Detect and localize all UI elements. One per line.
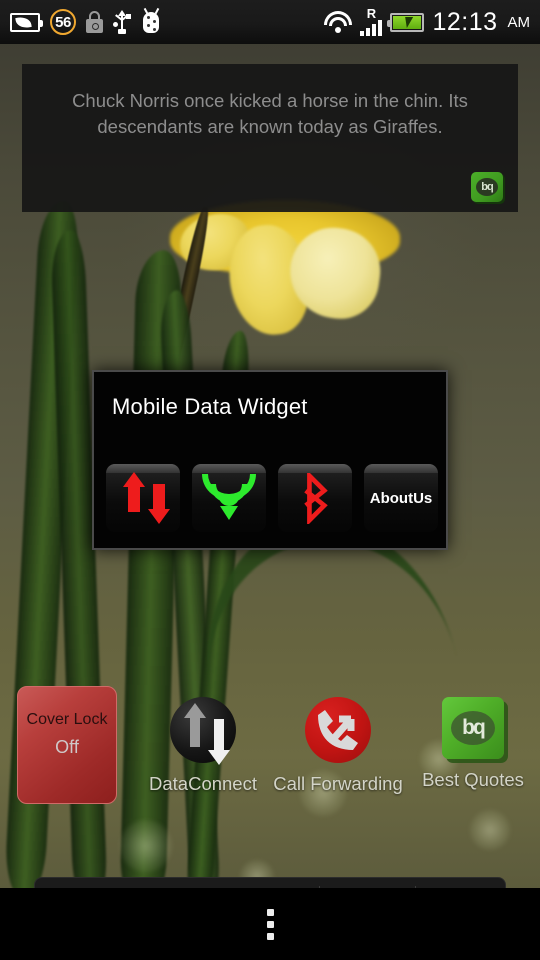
navigation-bar bbox=[0, 888, 540, 960]
overflow-dot bbox=[266, 920, 274, 928]
dataconnect-app-label: DataConnect bbox=[149, 773, 257, 794]
best-quotes-app-label: Best Quotes bbox=[422, 769, 524, 790]
overflow-dot bbox=[266, 932, 274, 940]
wifi-toggle[interactable] bbox=[192, 464, 266, 532]
cover-lock-state: Off bbox=[55, 737, 79, 757]
best-quotes-app-icon: bq bbox=[442, 697, 504, 759]
best-quotes-app-shortcut[interactable]: bq Best Quotes bbox=[406, 697, 540, 793]
dataconnect-app-icon bbox=[170, 697, 236, 765]
quote-text: Chuck Norris once kicked a horse in the … bbox=[72, 90, 468, 137]
status-bar-clock: 12:13 bbox=[432, 7, 498, 36]
battery-saver-leaf-icon bbox=[10, 12, 43, 32]
data-transfer-arrows-icon bbox=[121, 472, 170, 524]
wifi-signal-icon bbox=[324, 11, 353, 33]
about-us-button[interactable]: AboutUs bbox=[364, 464, 438, 532]
wallpaper-bokeh bbox=[470, 810, 510, 850]
bq-logo-label: bq bbox=[476, 178, 498, 196]
quote-widget[interactable]: Chuck Norris once kicked a horse in the … bbox=[22, 64, 518, 212]
cellular-signal-icon: R bbox=[360, 5, 383, 36]
battery-charging-icon bbox=[387, 12, 425, 32]
wallpaper-bokeh bbox=[120, 820, 172, 872]
call-forwarding-app-label: Call Forwarding bbox=[273, 773, 403, 794]
best-quotes-logo-icon[interactable]: bq bbox=[471, 172, 503, 202]
status-bar-left-icons: 56 bbox=[10, 7, 161, 35]
android-home-screen: 56 R 12:13 AM Chuck Norris once kicked a… bbox=[0, 0, 540, 960]
status-bar[interactable]: 56 R 12:13 AM bbox=[0, 0, 540, 44]
mobile-data-toggle[interactable] bbox=[106, 464, 180, 532]
bq-logo-label: bq bbox=[451, 711, 495, 745]
bluetooth-icon bbox=[304, 472, 328, 524]
dialog-button-row: AboutUs bbox=[106, 464, 438, 532]
mobile-data-widget-dialog: Mobile Data Widget AboutUs bbox=[92, 370, 448, 550]
dialog-title: Mobile Data Widget bbox=[112, 394, 308, 419]
adb-debug-icon bbox=[141, 7, 161, 34]
wifi-icon bbox=[202, 474, 256, 522]
battery-percent-badge: 56 bbox=[50, 9, 76, 35]
cover-lock-widget[interactable]: Cover Lock Off bbox=[17, 686, 117, 804]
call-forwarding-app-icon bbox=[305, 697, 371, 763]
status-bar-ampm: AM bbox=[507, 13, 531, 31]
call-forwarding-app-shortcut[interactable]: Call Forwarding bbox=[271, 697, 405, 797]
dataconnect-app-shortcut[interactable]: DataConnect bbox=[136, 697, 270, 797]
cover-lock-title: Cover Lock bbox=[26, 711, 108, 728]
screen-lock-icon bbox=[86, 11, 103, 33]
roaming-indicator: R bbox=[366, 5, 377, 21]
status-bar-right-icons: R 12:13 AM bbox=[324, 5, 531, 37]
bluetooth-toggle[interactable] bbox=[278, 464, 352, 532]
overflow-dot bbox=[266, 908, 274, 916]
about-us-label: AboutUs bbox=[369, 489, 433, 507]
usb-connected-icon bbox=[113, 10, 131, 34]
overflow-menu-button[interactable] bbox=[249, 901, 292, 948]
